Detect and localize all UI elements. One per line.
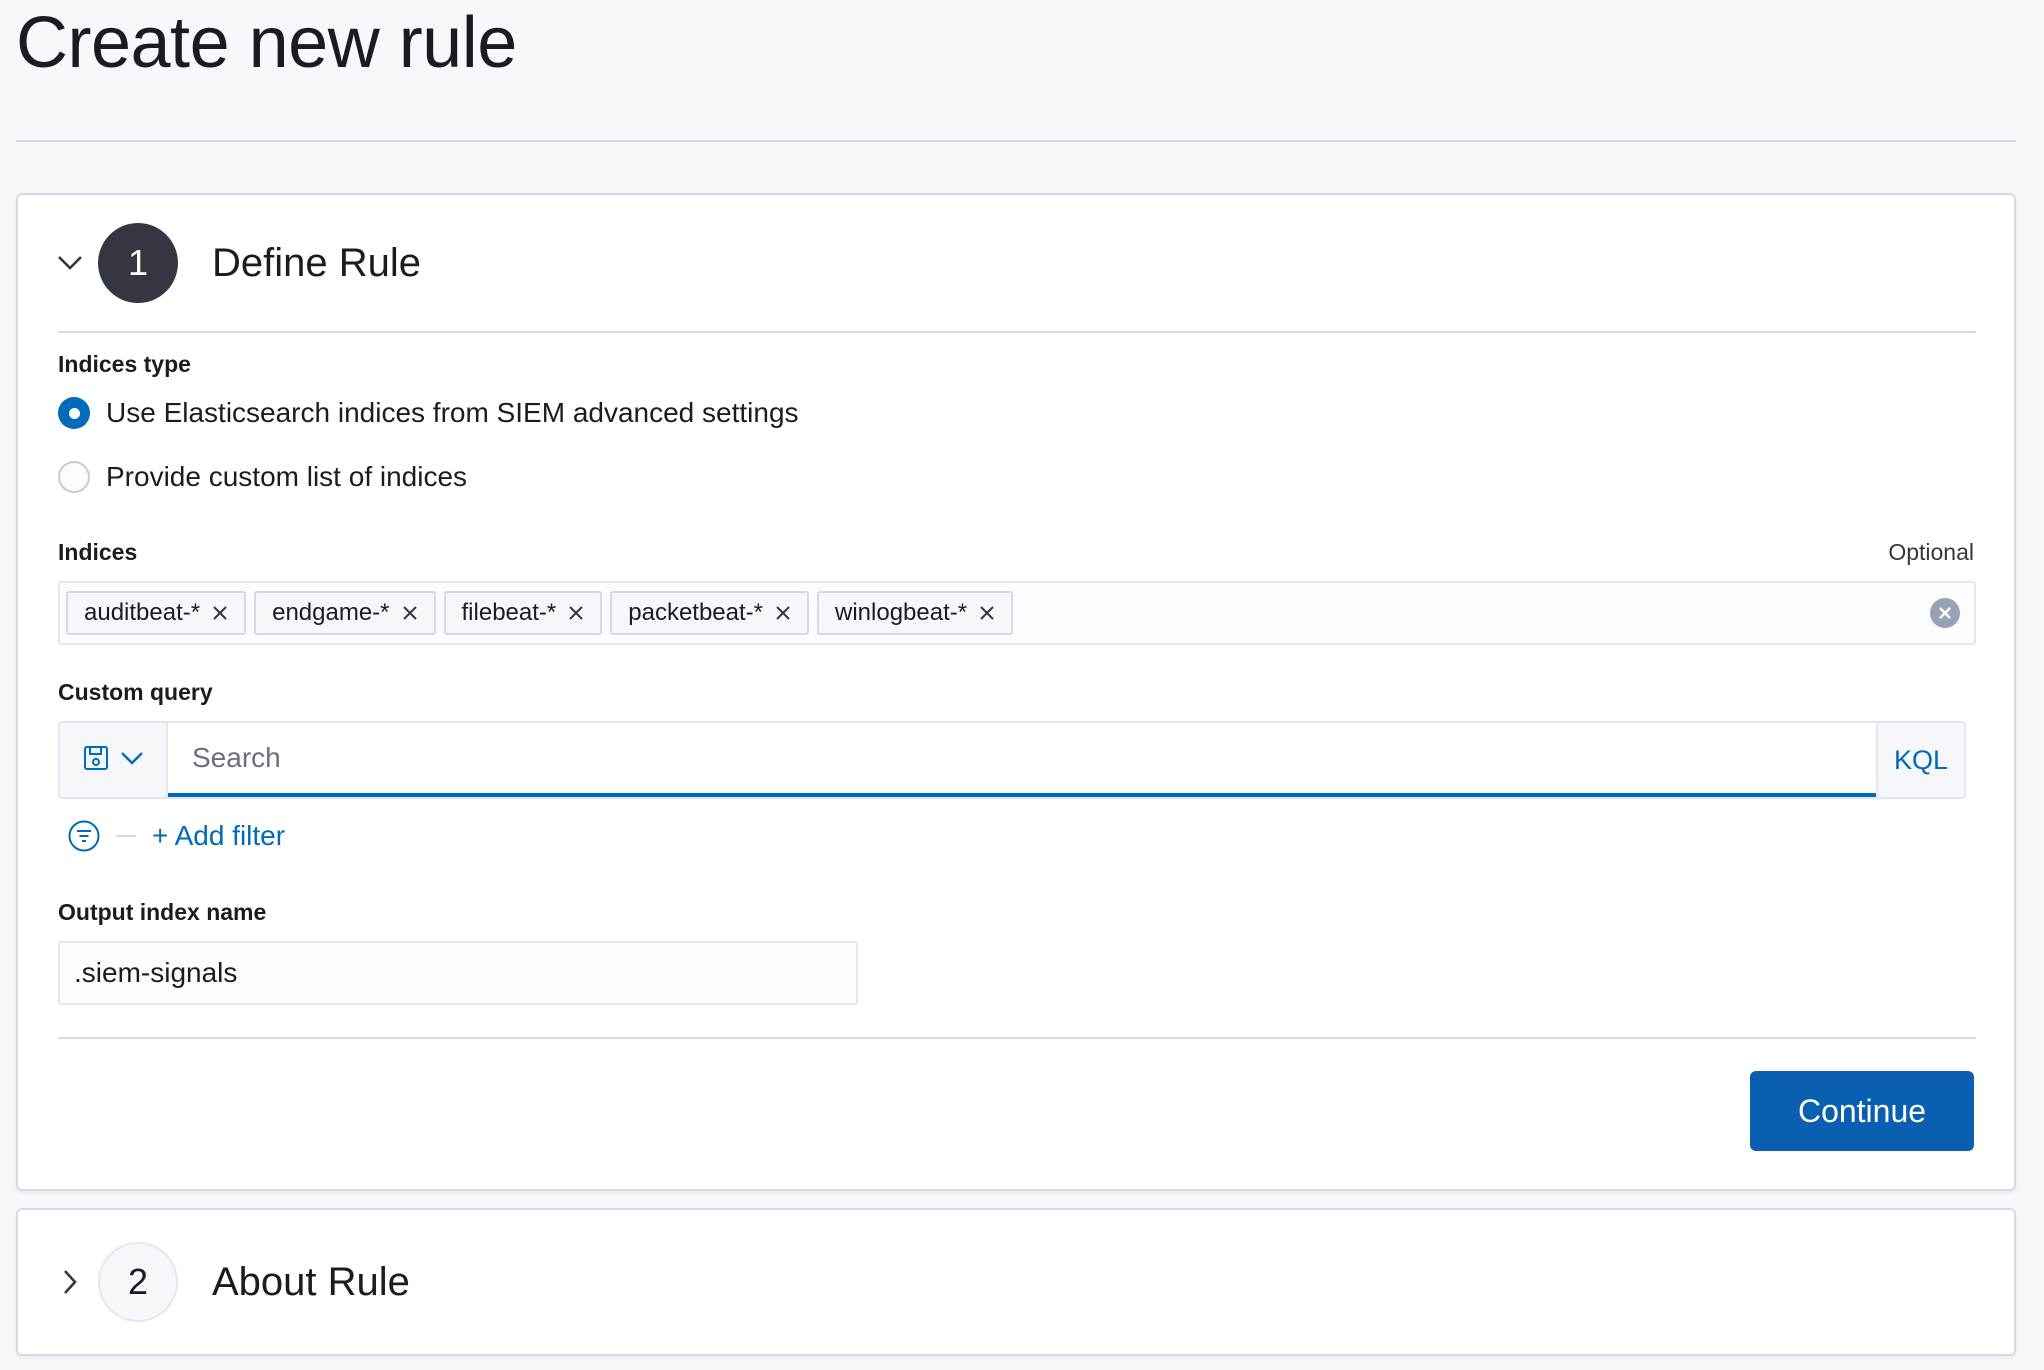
kql-language-button[interactable]: KQL bbox=[1876, 723, 1964, 797]
continue-button[interactable]: Continue bbox=[1750, 1071, 1974, 1151]
step-header-define-rule[interactable]: 1 Define Rule bbox=[18, 195, 2014, 331]
filter-separator bbox=[116, 835, 136, 837]
close-icon[interactable] bbox=[566, 603, 586, 623]
step-panel-about-rule: 2 About Rule bbox=[16, 1208, 2016, 1356]
search-input[interactable] bbox=[168, 723, 1876, 797]
index-pill: auditbeat-* bbox=[66, 591, 247, 635]
index-pill: winlogbeat-* bbox=[817, 591, 1014, 635]
step-divider bbox=[58, 331, 1976, 333]
radio-label: Provide custom list of indices bbox=[106, 461, 468, 492]
indices-combobox[interactable]: auditbeat-* endgame-* filebeat-* packetb… bbox=[58, 581, 1976, 645]
form-divider bbox=[58, 1037, 1976, 1039]
page-title: Create new rule bbox=[16, 3, 517, 83]
add-filter-button[interactable]: + Add filter bbox=[152, 820, 285, 852]
chevron-right-icon[interactable] bbox=[54, 1266, 86, 1298]
custom-query-label: Custom query bbox=[58, 679, 213, 705]
index-pill: filebeat-* bbox=[443, 591, 603, 635]
step-title: Define Rule bbox=[212, 240, 422, 285]
index-pill-label: endgame-* bbox=[272, 599, 390, 626]
radio-custom-indices[interactable]: Provide custom list of indices bbox=[58, 461, 467, 493]
output-index-field[interactable] bbox=[58, 941, 858, 1005]
index-pill-label: auditbeat-* bbox=[84, 599, 201, 626]
radio-label: Use Elasticsearch indices from SIEM adva… bbox=[106, 397, 799, 428]
close-icon[interactable] bbox=[977, 603, 997, 623]
indices-type-label: Indices type bbox=[58, 351, 191, 377]
step-number-badge: 1 bbox=[98, 223, 178, 303]
close-icon[interactable] bbox=[773, 603, 793, 623]
index-pill: packetbeat-* bbox=[610, 591, 810, 635]
query-bar: KQL bbox=[58, 721, 1966, 799]
clear-circle-icon[interactable] bbox=[1930, 598, 1960, 628]
radio-siem-indices[interactable]: Use Elasticsearch indices from SIEM adva… bbox=[58, 397, 799, 429]
save-icon bbox=[82, 744, 110, 777]
step-header-about-rule[interactable]: 2 About Rule bbox=[18, 1210, 2014, 1354]
chevron-down-icon[interactable] bbox=[54, 247, 86, 279]
output-index-label: Output index name bbox=[58, 899, 267, 925]
close-icon[interactable] bbox=[210, 603, 230, 623]
index-pill: endgame-* bbox=[254, 591, 436, 635]
filter-bar: + Add filter bbox=[66, 813, 285, 859]
optional-label: Optional bbox=[1888, 539, 1974, 565]
radio-button-checked[interactable] bbox=[58, 397, 90, 429]
chevron-down-icon bbox=[120, 750, 144, 771]
indices-label: Indices bbox=[58, 539, 138, 565]
close-icon[interactable] bbox=[400, 603, 420, 623]
page-divider bbox=[16, 140, 2016, 142]
index-pill-label: filebeat-* bbox=[461, 599, 557, 626]
index-pill-label: winlogbeat-* bbox=[835, 599, 968, 626]
filter-icon[interactable] bbox=[66, 818, 102, 854]
saved-query-button[interactable] bbox=[60, 723, 168, 797]
index-pill-label: packetbeat-* bbox=[628, 599, 764, 626]
step-number-badge: 2 bbox=[98, 1242, 178, 1322]
radio-button-unchecked[interactable] bbox=[58, 461, 90, 493]
step-title: About Rule bbox=[212, 1259, 410, 1304]
step-panel-define-rule: 1 Define Rule Indices type Use Elasticse… bbox=[16, 193, 2016, 1191]
